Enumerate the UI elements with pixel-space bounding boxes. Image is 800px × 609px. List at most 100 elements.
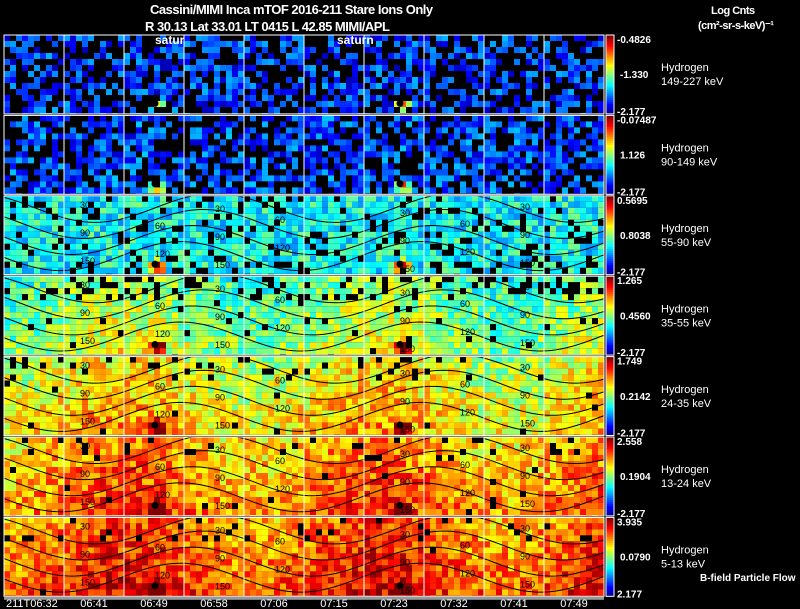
- heatmap-cell: [508, 107, 514, 113]
- heatmap-cell: [406, 127, 412, 134]
- heatmap-cell: [292, 151, 298, 158]
- heatmap-cell: [352, 121, 358, 128]
- heatmap-cell: [490, 121, 496, 128]
- heatmap-cell: [550, 35, 556, 41]
- heatmap-cell: [580, 133, 586, 140]
- heatmap-cell: [64, 306, 70, 313]
- saturn-marker-icon: [396, 260, 404, 268]
- heatmap-cell: [508, 267, 514, 274]
- heatmap-cell: [46, 261, 52, 268]
- heatmap-cell: [526, 41, 532, 47]
- heatmap-cell: [52, 139, 58, 146]
- heatmap-cell: [436, 255, 442, 262]
- heatmap-cell: [526, 35, 532, 41]
- heatmap-cell: [172, 181, 178, 188]
- heatmap-cell: [484, 219, 490, 226]
- heatmap-cell: [502, 225, 508, 232]
- heatmap-cell: [526, 267, 532, 274]
- heatmap-cell: [88, 300, 94, 307]
- heatmap-cell: [22, 59, 28, 65]
- heatmap-cell: [70, 47, 76, 53]
- heatmap-cell: [472, 181, 478, 188]
- heatmap-cell: [154, 133, 160, 140]
- heatmap-cell: [322, 151, 328, 158]
- heatmap-cell: [58, 276, 64, 283]
- heatmap-cell: [190, 267, 196, 274]
- heatmap-cell: [124, 163, 130, 170]
- heatmap-cell: [496, 294, 502, 301]
- heatmap-cell: [544, 151, 550, 158]
- heatmap-cell: [238, 145, 244, 152]
- heatmap-cell: [316, 306, 322, 313]
- heatmap-cell: [580, 163, 586, 170]
- heatmap-cell: [112, 35, 118, 41]
- heatmap-cell: [34, 157, 40, 164]
- heatmap-cell: [328, 243, 334, 250]
- heatmap-cell: [298, 59, 304, 65]
- heatmap-cell: [160, 195, 166, 202]
- heatmap-cell: [286, 59, 292, 65]
- heatmap-cell: [370, 255, 376, 262]
- heatmap-cell: [460, 83, 466, 89]
- heatmap-cell: [16, 65, 22, 71]
- contour-label: 30: [520, 202, 530, 212]
- heatmap-cell: [364, 115, 370, 122]
- heatmap-cell: [556, 243, 562, 250]
- heatmap-cell: [538, 145, 544, 152]
- heatmap-cell: [208, 115, 214, 122]
- heatmap-cell: [454, 282, 460, 289]
- heatmap-cell: [484, 145, 490, 152]
- heatmap-cell: [556, 195, 562, 202]
- heatmap-cell: [232, 169, 238, 176]
- heatmap-cell: [154, 53, 160, 59]
- heatmap-cell: [364, 261, 370, 268]
- heatmap-cell: [94, 163, 100, 170]
- heatmap-cell: [124, 219, 130, 226]
- heatmap-cell: [322, 267, 328, 274]
- heatmap-cell: [574, 181, 580, 188]
- heatmap-cell: [550, 145, 556, 152]
- heatmap-cell: [556, 127, 562, 134]
- heatmap-cell: [376, 95, 382, 101]
- heatmap-cell: [178, 213, 184, 220]
- heatmap-cell: [124, 288, 130, 295]
- heatmap-cell: [538, 157, 544, 164]
- heatmap-cell: [388, 195, 394, 202]
- heatmap-cell: [586, 213, 592, 220]
- heatmap-cell: [226, 181, 232, 188]
- heatmap-cell: [418, 157, 424, 164]
- heatmap-cell: [538, 139, 544, 146]
- heatmap-cell: [538, 181, 544, 188]
- heatmap-cell: [370, 207, 376, 214]
- colorbar-max: -0.07487: [617, 115, 657, 126]
- heatmap-cell: [418, 267, 424, 274]
- heatmap-cell: [544, 59, 550, 65]
- heatmap-cell: [496, 213, 502, 220]
- heatmap-cell: [556, 53, 562, 59]
- heatmap-cell: [550, 294, 556, 301]
- heatmap-cell: [484, 187, 490, 194]
- heatmap-cell: [262, 267, 268, 274]
- heatmap-cell: [268, 95, 274, 101]
- heatmap-cell: [406, 151, 412, 158]
- heatmap-cell: [190, 169, 196, 176]
- heatmap-cell: [148, 267, 154, 274]
- heatmap-cell: [10, 157, 16, 164]
- heatmap-cell: [424, 47, 430, 53]
- heatmap-cell: [520, 181, 526, 188]
- heatmap-cell: [406, 169, 412, 176]
- heatmap-cell: [586, 225, 592, 232]
- heatmap-cell: [298, 201, 304, 208]
- heatmap-cell: [130, 300, 136, 307]
- heatmap-cell: [322, 59, 328, 65]
- heatmap-cell: [586, 207, 592, 214]
- heatmap-cell: [184, 133, 190, 140]
- heatmap-cell: [598, 127, 604, 134]
- heatmap-cell: [466, 267, 472, 274]
- heatmap-cell: [28, 35, 34, 41]
- heatmap-cell: [340, 282, 346, 289]
- heatmap-cell: [430, 127, 436, 134]
- heatmap-cell: [106, 249, 112, 256]
- heatmap-cell: [130, 47, 136, 53]
- heatmap-cell: [286, 65, 292, 71]
